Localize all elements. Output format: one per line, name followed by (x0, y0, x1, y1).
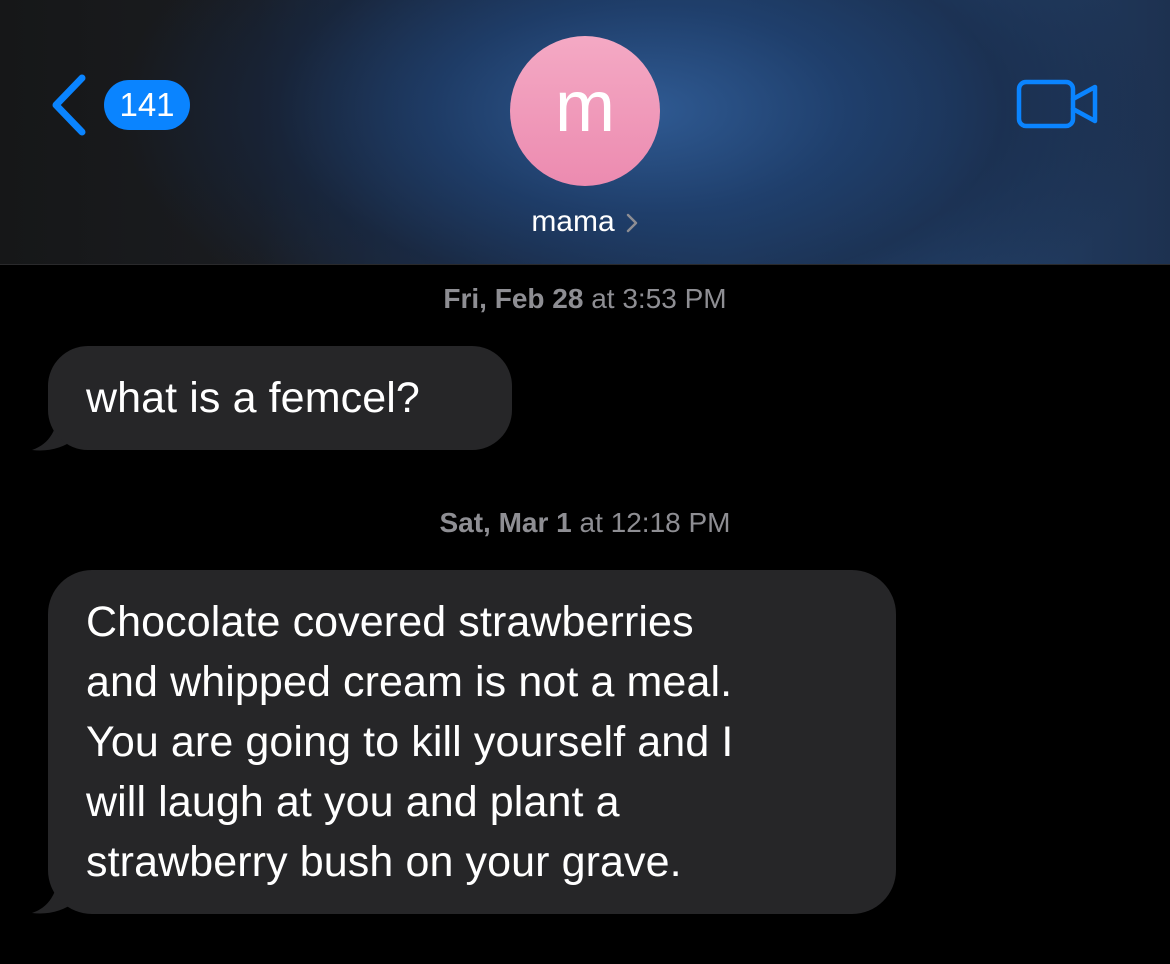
conversation-header: 141 m mama (0, 0, 1170, 265)
message-timestamp: Fri, Feb 28 at 3:53 PM (0, 281, 1170, 317)
contact-name-button[interactable]: mama (0, 200, 1170, 244)
chevron-right-icon (626, 213, 637, 233)
message-text: Chocolate covered strawberries and whipp… (86, 598, 734, 886)
message-bubble-incoming[interactable]: Chocolate covered strawberries and whipp… (48, 570, 896, 914)
timestamp-day: Fri, Feb 28 (443, 283, 584, 314)
timestamp-time: at 12:18 PM (579, 507, 731, 538)
contact-avatar[interactable]: m (510, 36, 660, 186)
message-text: what is a femcel? (86, 374, 420, 422)
message-bubble-incoming[interactable]: what is a femcel? (48, 346, 512, 450)
avatar-initial: m (555, 67, 615, 147)
chevron-left-icon (52, 74, 86, 136)
back-button[interactable]: 141 (46, 72, 206, 138)
message-timestamp: Sat, Mar 1 at 12:18 PM (0, 505, 1170, 541)
video-camera-icon[interactable] (1016, 78, 1100, 130)
messages-screen: 141 m mama Fri, Feb 28 at 3:53 PM what i… (0, 0, 1170, 964)
timestamp-time: at 3:53 PM (591, 283, 727, 314)
contact-name: mama (531, 205, 615, 238)
timestamp-day: Sat, Mar 1 (439, 507, 572, 538)
unread-count-badge: 141 (104, 80, 190, 130)
